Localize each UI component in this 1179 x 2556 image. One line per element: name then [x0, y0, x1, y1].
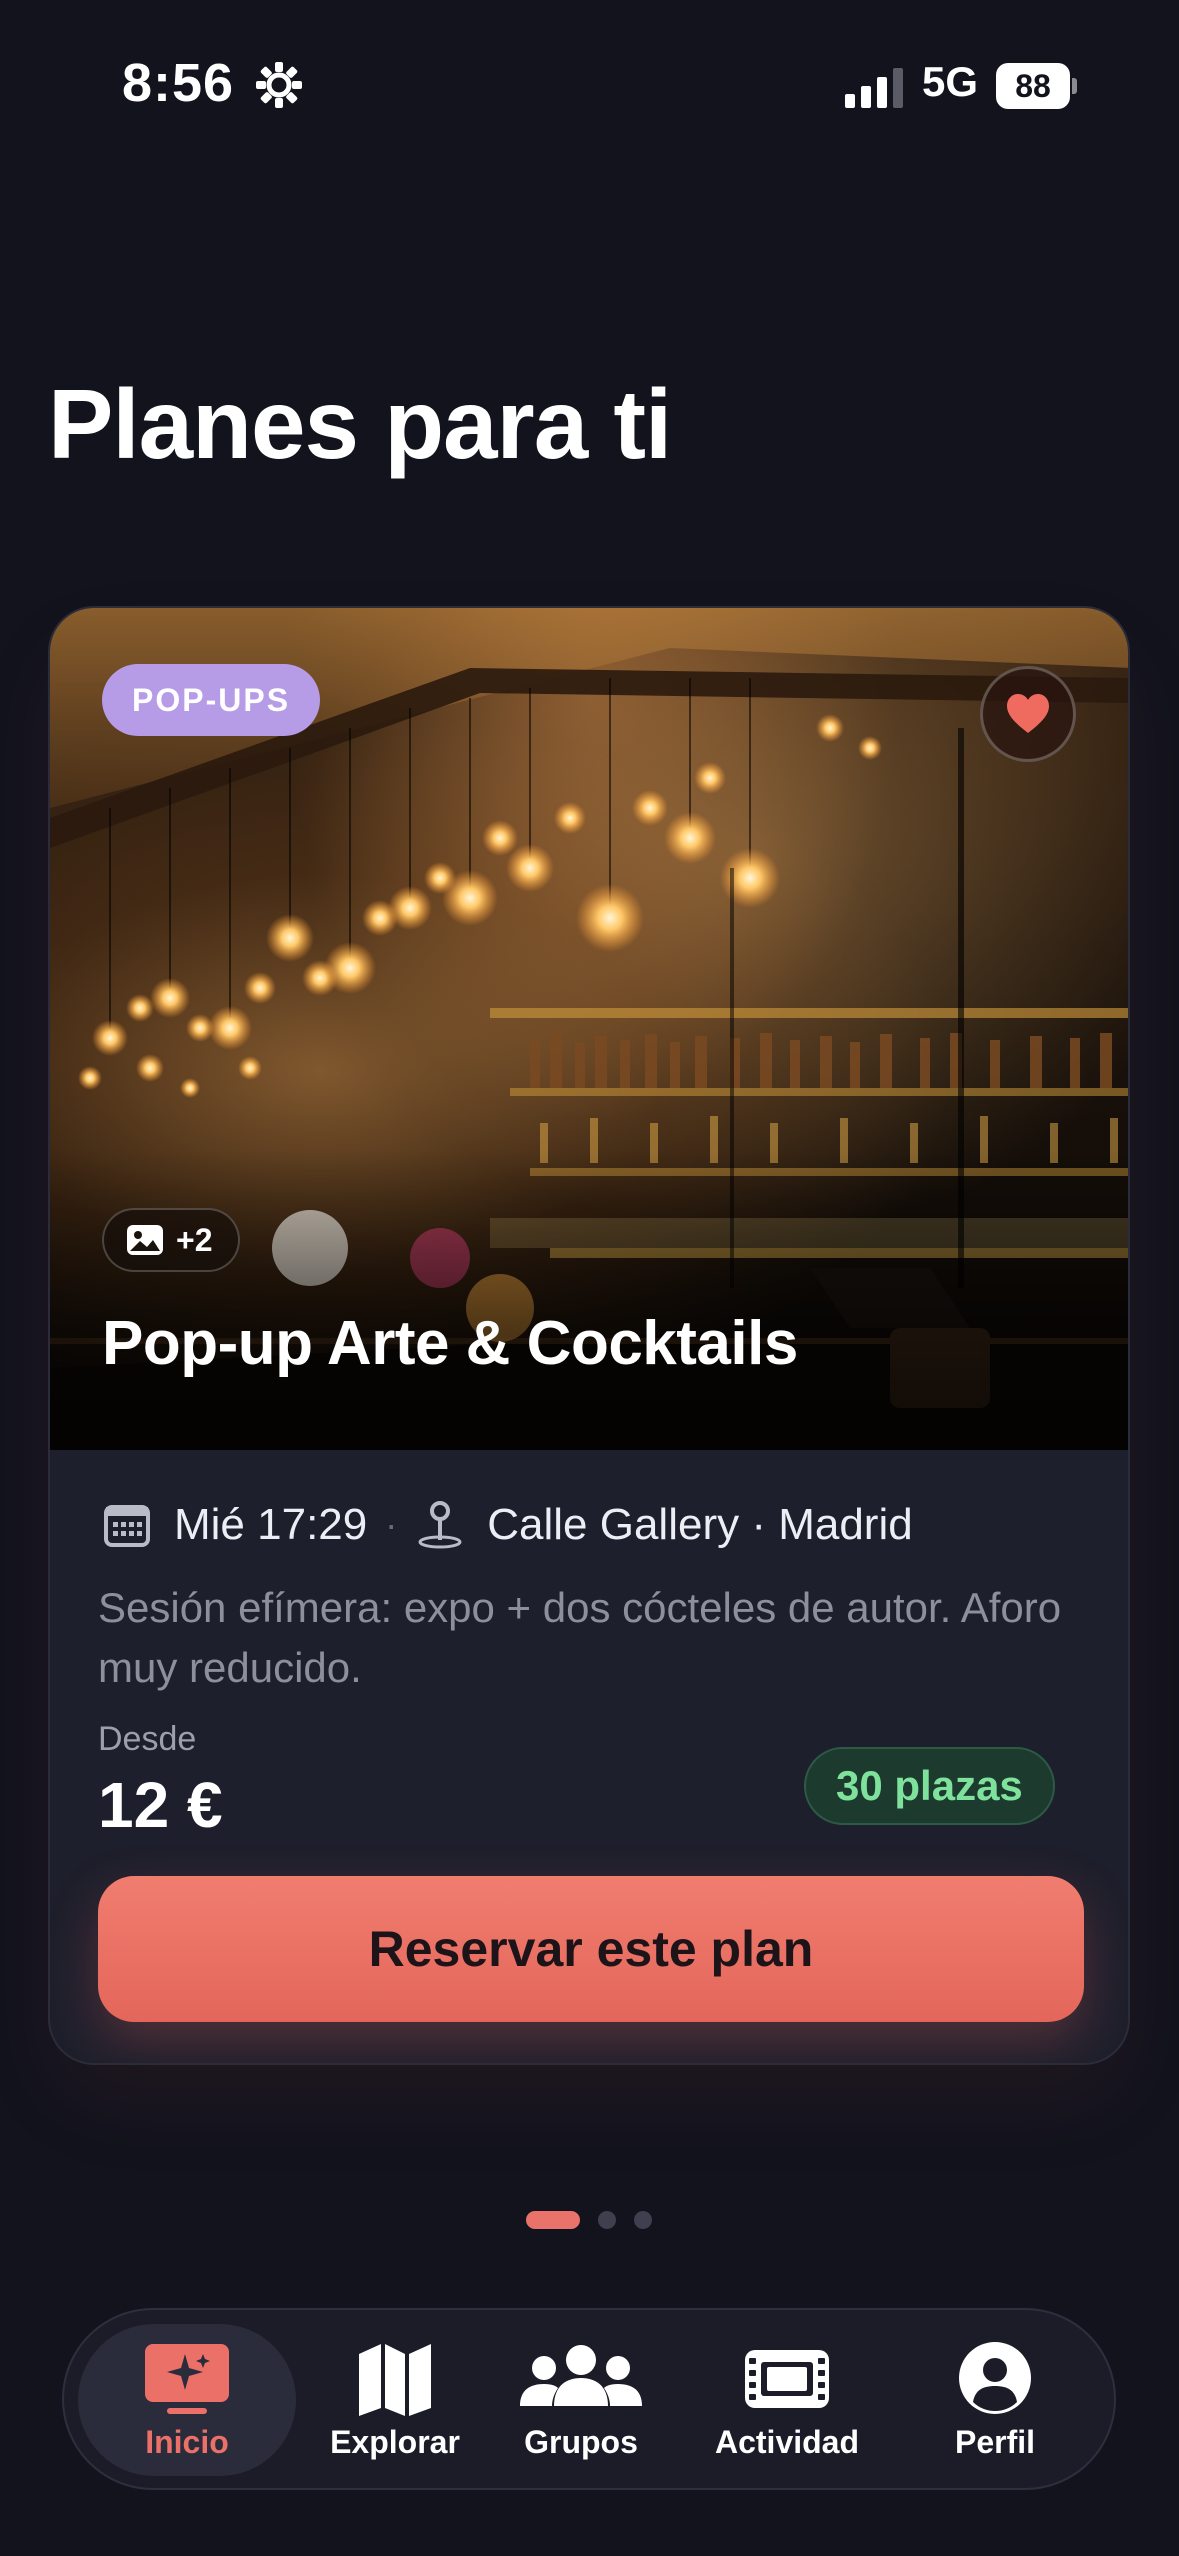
price-value: 12 €	[98, 1769, 223, 1841]
tab-grupos[interactable]: Grupos	[496, 2324, 666, 2476]
price-label: Desde	[98, 1720, 197, 1758]
battery-tip	[1072, 78, 1077, 94]
category-chip: POP-UPS	[102, 664, 321, 736]
pager-dot-2[interactable]	[598, 2211, 616, 2229]
page-title: Planes para ti	[48, 369, 672, 479]
heart-icon	[1007, 694, 1049, 733]
calendar-icon	[104, 1505, 150, 1547]
image-icon	[127, 1225, 163, 1255]
plan-location: Calle Gallery · Madrid	[487, 1500, 913, 1549]
battery-icon: 88	[996, 63, 1077, 109]
status-bar: 8:56 5G 88	[0, 0, 1179, 170]
hero-gradient-overlay	[50, 1150, 1128, 1450]
tab-label: Perfil	[954, 2423, 1036, 2460]
profile-icon	[959, 2341, 1031, 2414]
tab-explorar[interactable]: Explorar	[310, 2324, 480, 2476]
tab-label: Grupos	[524, 2423, 638, 2460]
pager-dot-3[interactable]	[634, 2211, 652, 2229]
tab-perfil[interactable]: Perfil	[910, 2324, 1080, 2476]
photo-count: +2	[176, 1221, 213, 1258]
plan-meta-row: Mié 17:29 · Calle Gallery · Madrid	[102, 1500, 913, 1550]
battery-level: 88	[996, 63, 1070, 109]
tab-actividad[interactable]: Actividad	[692, 2324, 882, 2476]
tab-label: Explorar	[330, 2423, 460, 2460]
cellular-signal-icon	[845, 68, 903, 108]
plan-card[interactable]: POP-UPS +2 Pop-up Arte & Cocktails Mié 1…	[48, 606, 1130, 2065]
settings-gear-icon	[256, 62, 302, 108]
tab-label: Actividad	[714, 2423, 860, 2460]
photo-count-badge[interactable]: +2	[102, 1208, 241, 1272]
location-pin-icon	[418, 1501, 462, 1549]
carousel-pager	[526, 2211, 652, 2229]
seats-badge: 30 plazas	[804, 1747, 1055, 1825]
favorite-button[interactable]	[980, 666, 1076, 762]
screen: 8:56 5G 88 Planes para ti POP-UPS +2 Pop…	[0, 0, 1179, 2556]
plan-datetime: Mié 17:29	[174, 1500, 368, 1549]
pager-dot-1[interactable]	[526, 2211, 580, 2229]
reserve-plan-button[interactable]: Reservar este plan	[98, 1876, 1084, 2022]
meta-separator: ·	[385, 1504, 398, 1545]
sparkle-screen-icon	[145, 2343, 229, 2414]
ticket-icon	[745, 2349, 829, 2408]
map-icon	[359, 2343, 431, 2416]
plan-hero-image[interactable]: POP-UPS +2 Pop-up Arte & Cocktails	[50, 608, 1128, 1450]
tab-inicio[interactable]: Inicio	[78, 2324, 296, 2476]
plan-description: Sesión efímera: expo + dos cócteles de a…	[98, 1584, 1062, 1691]
status-time: 8:56	[122, 53, 235, 113]
bottom-tab-bar: Inicio Explorar Grupos Actividad Perfil	[62, 2308, 1116, 2490]
people-icon	[520, 2344, 642, 2406]
tab-label: Inicio	[145, 2423, 229, 2460]
plan-title: Pop-up Arte & Cocktails	[102, 1309, 798, 1378]
network-type: 5G	[922, 58, 979, 105]
